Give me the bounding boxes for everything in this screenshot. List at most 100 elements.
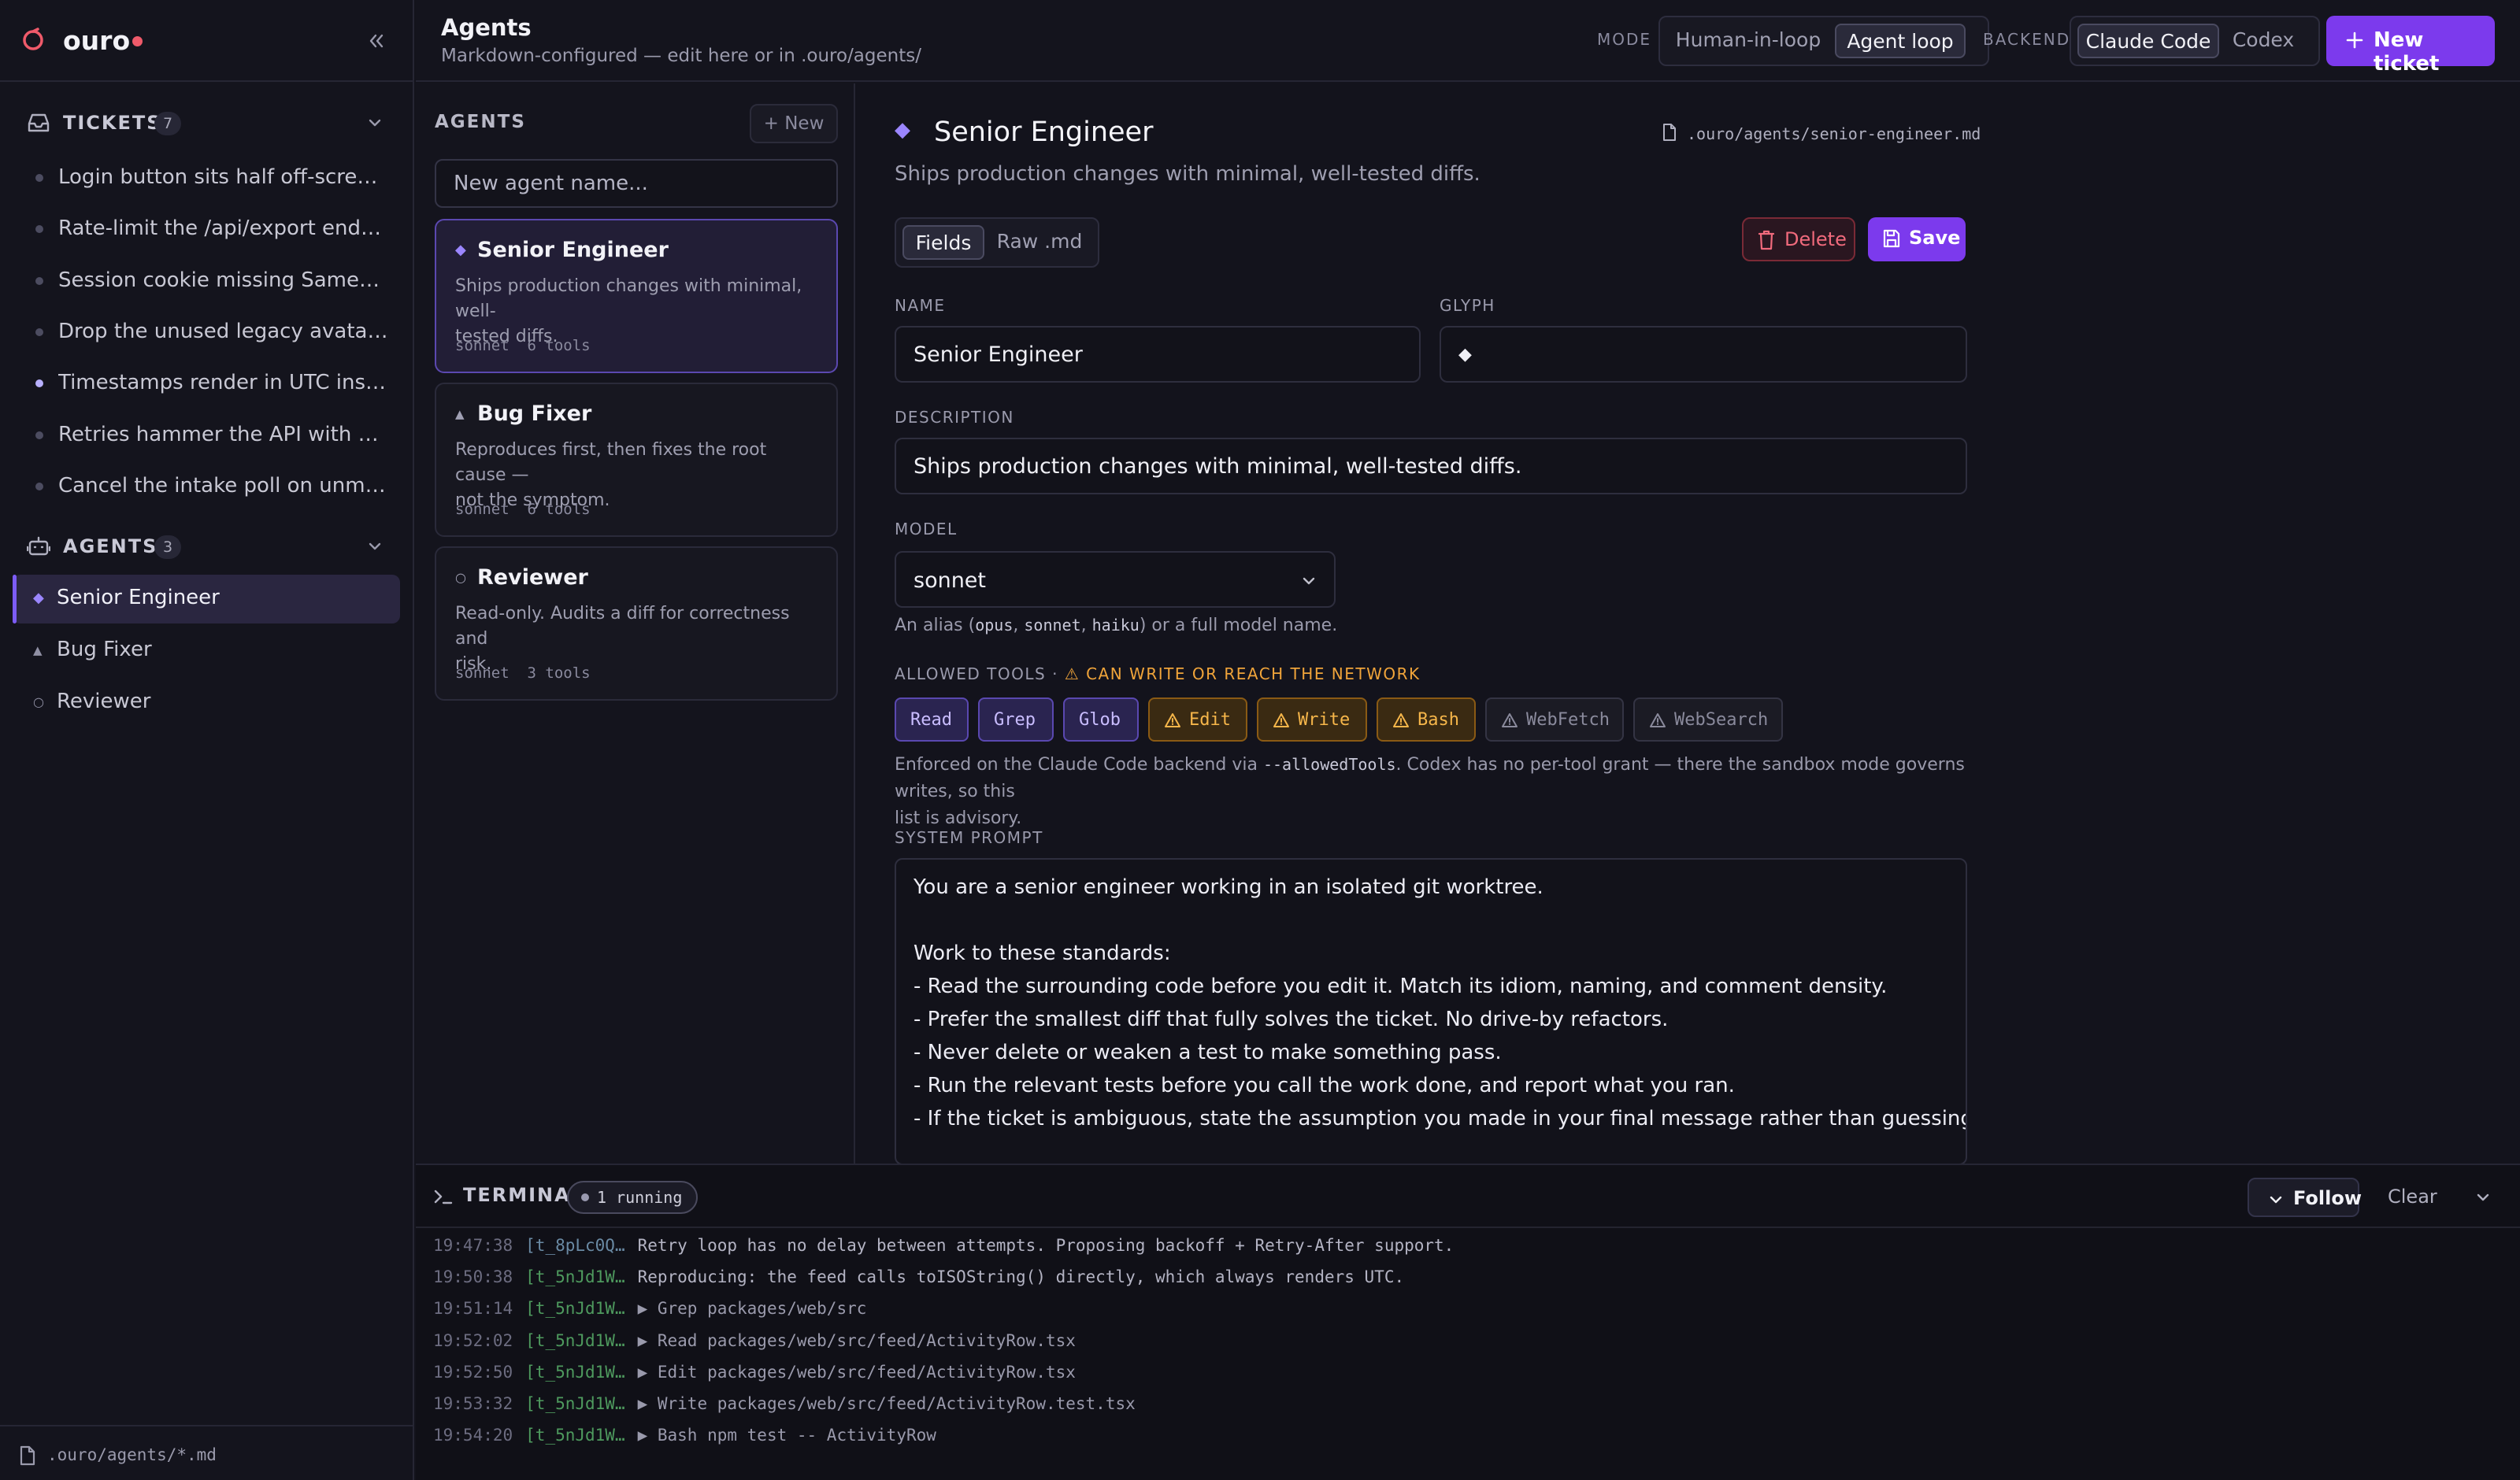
agent-card-reviewer[interactable]: ○ Reviewer Read-only. Audits a diff for … bbox=[435, 546, 838, 701]
save-label: Save bbox=[1909, 227, 1961, 249]
terminal-line: 19:47:38 [t_8pLc0Q… Retry loop has no dela… bbox=[433, 1236, 1454, 1255]
sidebar-item-ticket[interactable]: Cancel the intake poll on unmount bbox=[0, 463, 413, 510]
tab-raw-md[interactable]: Raw .md bbox=[989, 225, 1090, 260]
mode-label: MODE bbox=[1597, 30, 1652, 49]
tool-chip-websearch[interactable]: WebSearch bbox=[1633, 697, 1783, 742]
editor-title: Senior Engineer bbox=[934, 117, 1154, 148]
warning-icon bbox=[1273, 712, 1290, 728]
tab-fields[interactable]: Fields bbox=[902, 225, 984, 260]
delete-label: Delete bbox=[1784, 228, 1847, 250]
agent-card-bug-fixer[interactable]: ▲ Bug Fixer Reproduces first, then fixes… bbox=[435, 383, 838, 537]
backend-codex-button[interactable]: Codex bbox=[2224, 24, 2303, 58]
double-chevron-left-icon bbox=[369, 34, 384, 48]
plus-icon bbox=[2345, 28, 2364, 52]
log-timestamp: 19:51:14 bbox=[433, 1299, 513, 1319]
ticket-title: Cancel the intake poll on unmount bbox=[58, 473, 389, 498]
sidebar-item-label: Bug Fixer bbox=[57, 638, 152, 661]
sidebar-item-reviewer[interactable]: ○ Reviewer bbox=[13, 679, 400, 727]
tool-chip-glob[interactable]: Glob bbox=[1063, 697, 1139, 742]
model-select-value: sonnet bbox=[914, 568, 987, 593]
tool-chip-bash[interactable]: Bash bbox=[1377, 697, 1476, 742]
tool-chip-grep[interactable]: Grep bbox=[978, 697, 1054, 742]
ticket-title: Rate-limit the /api/export endpoint bbox=[58, 216, 389, 241]
log-timestamp: 19:52:02 bbox=[433, 1330, 513, 1350]
chevron-down-icon[interactable] bbox=[365, 537, 384, 556]
log-timestamp: 19:52:50 bbox=[433, 1362, 513, 1382]
system-prompt-textarea[interactable]: You are a senior engineer working in an … bbox=[895, 858, 1967, 1165]
clear-button[interactable]: Clear bbox=[2388, 1186, 2437, 1208]
agents-count-badge: 3 bbox=[154, 535, 181, 559]
diamond-glyph-icon: ◆ bbox=[33, 590, 44, 606]
running-badge: 1 running bbox=[567, 1181, 699, 1214]
sidebar-item-ticket[interactable]: Drop the unused legacy avatar upload pat… bbox=[0, 309, 413, 356]
agents-section-header[interactable]: AGENTS 3 bbox=[0, 523, 413, 570]
page-title: Agents bbox=[441, 14, 532, 41]
page-subtitle: Markdown-configured — edit here or in .o… bbox=[441, 46, 921, 66]
new-ticket-button[interactable]: New ticket bbox=[2326, 16, 2495, 76]
agent-card-name: Bug Fixer bbox=[477, 401, 592, 426]
allowed-tools-label: ALLOWED TOOLS · ⚠ CAN WRITE OR REACH THE… bbox=[895, 664, 1421, 683]
tool-chip-read[interactable]: Read bbox=[895, 697, 969, 742]
sidebar-item-ticket[interactable]: Login button sits half off-screen on mob… bbox=[0, 154, 413, 202]
agent-card-meta: sonnet 3 tools bbox=[455, 664, 591, 682]
glyph-input[interactable] bbox=[1440, 326, 1967, 383]
agent-card-senior-engineer[interactable]: ◆ Senior Engineer Ships production chang… bbox=[435, 219, 838, 373]
model-field-label: MODEL bbox=[895, 520, 958, 538]
agent-card-name: Senior Engineer bbox=[477, 238, 669, 262]
tool-chip-write[interactable]: Write bbox=[1257, 697, 1367, 742]
terminal-output[interactable]: 19:47:38 [t_8pLc0Q… Retry loop has no dela… bbox=[416, 1230, 2520, 1480]
mode-human-in-loop-button[interactable]: Human-in-loop bbox=[1666, 24, 1830, 58]
triangle-glyph-icon: ▲ bbox=[33, 643, 43, 657]
ticket-title: Login button sits half off-screen on mob… bbox=[58, 165, 389, 189]
sidebar-item-ticket[interactable]: Rate-limit the /api/export endpoint bbox=[0, 205, 413, 253]
warning-icon bbox=[1392, 712, 1410, 728]
diamond-glyph-icon: ◆ bbox=[455, 242, 466, 258]
sidebar-item-senior-engineer[interactable]: ◆ Senior Engineer bbox=[13, 575, 400, 623]
delete-button[interactable]: Delete bbox=[1742, 217, 1855, 261]
model-select[interactable]: sonnet bbox=[895, 551, 1336, 608]
agents-list-panel: AGENTS + New ◆ Senior Engineer Ships pro… bbox=[416, 83, 855, 1164]
sidebar-footer[interactable]: .ouro/agents/*.md bbox=[0, 1425, 413, 1480]
log-ticket-id: [t_5nJd1W… bbox=[525, 1299, 625, 1319]
model-hint: An alias (opus, sonnet, haiku) or a full… bbox=[895, 616, 1338, 635]
sidebar-item-bug-fixer[interactable]: ▲ Bug Fixer bbox=[13, 627, 400, 675]
follow-button[interactable]: Follow bbox=[2248, 1178, 2362, 1217]
collapse-sidebar-button[interactable] bbox=[362, 27, 391, 55]
backend-claude-code-button[interactable]: Claude Code bbox=[2077, 24, 2219, 58]
allowed-tools-note: Enforced on the Claude Code backend via … bbox=[895, 755, 1965, 828]
mode-agent-loop-button[interactable]: Agent loop bbox=[1835, 24, 1966, 58]
log-message: ▶ Grep packages/web/src bbox=[637, 1299, 867, 1319]
save-button[interactable]: Save bbox=[1868, 217, 1966, 261]
tool-chip-edit[interactable]: Edit bbox=[1148, 697, 1247, 742]
sidebar-item-ticket[interactable]: Retries hammer the API with no backoff bbox=[0, 412, 413, 459]
agent-card-meta: sonnet 6 tools bbox=[455, 337, 591, 354]
tool-chip-webfetch[interactable]: WebFetch bbox=[1485, 697, 1624, 742]
name-input[interactable] bbox=[895, 326, 1421, 383]
agents-section-label: AGENTS bbox=[63, 535, 158, 557]
warning-icon bbox=[1501, 712, 1518, 728]
agents-path-label: .ouro/agents/*.md bbox=[47, 1445, 217, 1464]
file-icon bbox=[19, 1445, 36, 1466]
description-field-label: DESCRIPTION bbox=[895, 408, 1014, 427]
file-icon bbox=[1662, 123, 1677, 142]
new-agent-name-input[interactable] bbox=[435, 159, 838, 208]
ticket-status-dot bbox=[35, 482, 43, 490]
sidebar-item-ticket[interactable]: Timestamps render in UTC instead of loca… bbox=[0, 360, 413, 407]
tickets-section-header[interactable]: TICKETS 7 bbox=[0, 99, 413, 146]
ticket-status-dot bbox=[35, 225, 43, 234]
new-agent-button[interactable]: + New bbox=[750, 104, 838, 143]
terminal-line: 19:52:50 [t_5nJd1W… ▶ Edit packages/web/sr… bbox=[433, 1363, 1076, 1382]
top-bar: Agents Markdown-configured — edit here o… bbox=[416, 0, 2520, 82]
chevron-down-icon[interactable] bbox=[365, 113, 384, 132]
sidebar-item-ticket[interactable]: Session cookie missing SameSite attribut… bbox=[0, 257, 413, 305]
agent-file-path-label: .ouro/agents/senior-engineer.md bbox=[1687, 124, 1981, 143]
log-timestamp: 19:53:32 bbox=[433, 1394, 513, 1413]
trash-icon bbox=[1758, 230, 1775, 250]
sidebar: ouro TICKETS 7 AGENTS 3 ◆ Senior Enginee… bbox=[0, 0, 414, 1480]
selection-indicator bbox=[13, 575, 17, 623]
chevron-down-icon[interactable] bbox=[2474, 1189, 2492, 1206]
sidebar-item-label: Senior Engineer bbox=[57, 586, 220, 609]
log-message: ▶ Bash npm test -- ActivityRow bbox=[637, 1426, 936, 1445]
description-input[interactable] bbox=[895, 438, 1967, 494]
log-ticket-id: [t_5nJd1W… bbox=[525, 1394, 625, 1413]
